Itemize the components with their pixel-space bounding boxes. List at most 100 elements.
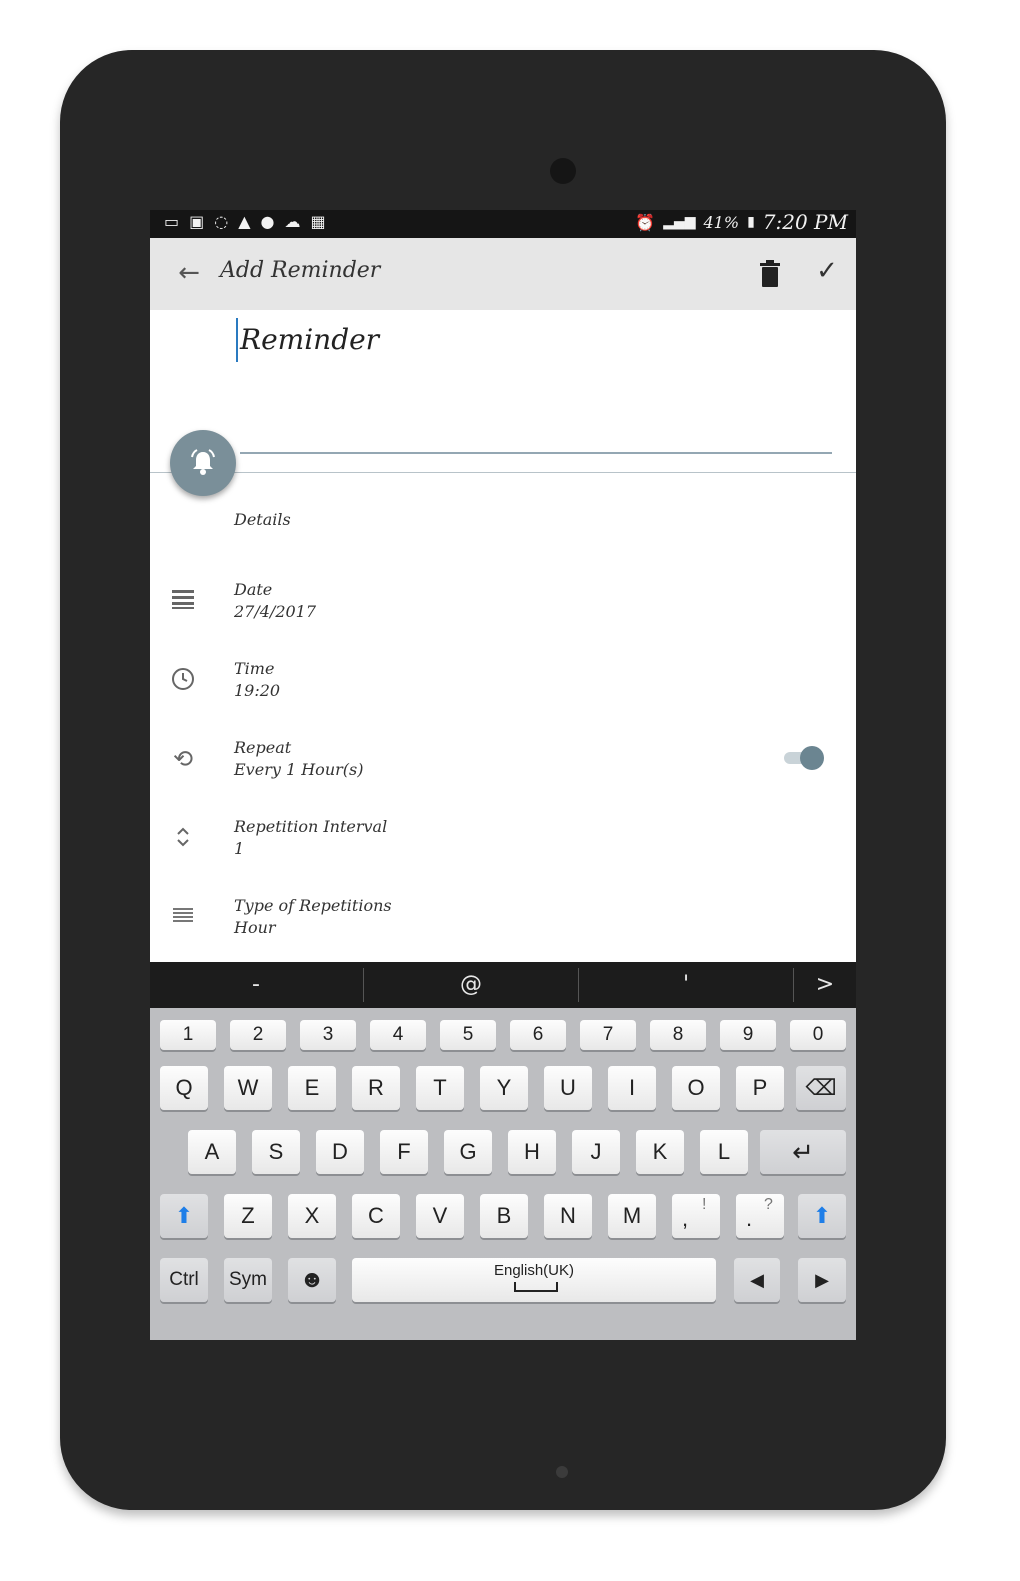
key-o[interactable]: O	[672, 1066, 720, 1110]
repetition-interval-value: 1	[234, 839, 245, 858]
date-label: Date	[234, 580, 273, 599]
clock-icon	[170, 667, 196, 693]
sym-key[interactable]: Sym	[224, 1258, 272, 1302]
key-4[interactable]: 4	[370, 1020, 426, 1050]
repeat-toggle[interactable]	[784, 746, 824, 770]
key-u[interactable]: U	[544, 1066, 592, 1110]
section-divider	[150, 472, 856, 473]
key-6[interactable]: 6	[510, 1020, 566, 1050]
back-arrow-icon[interactable]: ←	[174, 258, 204, 288]
key-z[interactable]: Z	[224, 1194, 272, 1238]
emoji-icon[interactable]: ☻	[288, 1258, 336, 1302]
key-i[interactable]: I	[608, 1066, 656, 1110]
key-k[interactable]: K	[636, 1130, 684, 1174]
signal-icon: ▂▄▆	[663, 214, 696, 230]
key-9[interactable]: 9	[720, 1020, 776, 1050]
time-label: Time	[234, 659, 275, 678]
space-bar[interactable]: English(UK)	[352, 1258, 716, 1302]
front-camera	[550, 158, 576, 184]
key-8[interactable]: 8	[650, 1020, 706, 1050]
status-bar: ▭ ▣ ◌ ▲ ● ☁ ▦ ⏰ ▂▄▆ 41% ▮ 7:20 PM	[150, 210, 856, 238]
shift-left-icon[interactable]: ⬆	[160, 1194, 208, 1238]
repeat-label: Repeat	[234, 738, 292, 757]
gallery-icon: ▣	[189, 212, 205, 231]
warning-icon: ▲	[238, 212, 251, 231]
list-icon	[170, 904, 196, 930]
key-f[interactable]: F	[380, 1130, 428, 1174]
repetition-type-label: Type of Repetitions	[234, 896, 392, 915]
key-n[interactable]: N	[544, 1194, 592, 1238]
home-sensor	[556, 1466, 568, 1478]
clock-time: 7:20 PM	[762, 210, 848, 234]
key-t[interactable]: T	[416, 1066, 464, 1110]
repetition-interval-row[interactable]: Repetition Interval 1	[150, 817, 856, 877]
page-title: Add Reminder	[220, 258, 381, 283]
key-r[interactable]: R	[352, 1066, 400, 1110]
key-w[interactable]: W	[224, 1066, 272, 1110]
calendar-icon	[170, 588, 196, 614]
key-q[interactable]: Q	[160, 1066, 208, 1110]
repeat-row[interactable]: ⟲ Repeat Every 1 Hour(s)	[150, 738, 856, 798]
key-d[interactable]: D	[316, 1130, 364, 1174]
key-l[interactable]: L	[700, 1130, 748, 1174]
backspace-icon[interactable]: ⌫	[796, 1066, 846, 1110]
shift-right-icon[interactable]: ⬆	[798, 1194, 846, 1238]
key-y[interactable]: Y	[480, 1066, 528, 1110]
alarm-icon: ⏰	[635, 212, 656, 232]
key-a[interactable]: A	[188, 1130, 236, 1174]
alarm-fab-button[interactable]	[170, 430, 236, 496]
key-7[interactable]: 7	[580, 1020, 636, 1050]
save-check-icon[interactable]: ✓	[812, 256, 842, 288]
battery-percent: 41%	[703, 212, 740, 232]
suggestion-apostrophe[interactable]: '	[579, 962, 793, 1008]
reminder-title-input[interactable]: Reminder	[236, 318, 840, 362]
key-2[interactable]: 2	[230, 1020, 286, 1050]
cloud-icon: ☁	[284, 212, 301, 231]
key-h[interactable]: H	[508, 1130, 556, 1174]
period-label: .	[746, 1206, 753, 1231]
key-m[interactable]: M	[608, 1194, 656, 1238]
cursor-left-icon[interactable]: ◀	[734, 1258, 780, 1302]
key-x[interactable]: X	[288, 1194, 336, 1238]
key-1[interactable]: 1	[160, 1020, 216, 1050]
suggestion-more-chevron-icon[interactable]: >	[794, 962, 856, 1008]
delete-icon[interactable]	[756, 258, 784, 290]
key-c[interactable]: C	[352, 1194, 400, 1238]
cursor-right-icon[interactable]: ▶	[798, 1258, 846, 1302]
key-0[interactable]: 0	[790, 1020, 846, 1050]
repeat-icon: ⟲	[172, 745, 194, 773]
repetition-type-value: Hour	[234, 918, 276, 937]
key-e[interactable]: E	[288, 1066, 336, 1110]
suggestion-dash[interactable]: -	[150, 962, 362, 1008]
key-g[interactable]: G	[444, 1130, 492, 1174]
space-icon	[514, 1282, 558, 1292]
key-3[interactable]: 3	[300, 1020, 356, 1050]
system-status: ⏰ ▂▄▆ 41% ▮ 7:20 PM	[635, 210, 848, 234]
comma-label: ,	[682, 1206, 689, 1231]
date-value: 27/4/2017	[234, 602, 317, 621]
suggestion-at[interactable]: @	[364, 962, 578, 1008]
device-screen: ▭ ▣ ◌ ▲ ● ☁ ▦ ⏰ ▂▄▆ 41% ▮ 7:20 PM ← Add …	[150, 210, 856, 1340]
keyboard-language-label: English(UK)	[493, 1262, 575, 1279]
enter-key-icon[interactable]: ↵	[760, 1130, 846, 1174]
repetition-type-row[interactable]: Type of Repetitions Hour	[150, 896, 856, 956]
key-comma[interactable]: , !	[672, 1194, 720, 1238]
key-s[interactable]: S	[252, 1130, 300, 1174]
keyboard-suggestion-bar: - @ ' >	[150, 962, 856, 1008]
key-period[interactable]: . ?	[736, 1194, 784, 1238]
repetition-interval-label: Repetition Interval	[234, 817, 388, 836]
unfold-icon	[170, 825, 196, 851]
key-p[interactable]: P	[736, 1066, 784, 1110]
keyboard-icon: ▭	[164, 212, 180, 231]
notification-icons: ▭ ▣ ◌ ▲ ● ☁ ▦	[164, 212, 326, 231]
key-v[interactable]: V	[416, 1194, 464, 1238]
time-value: 19:20	[234, 681, 281, 700]
time-row[interactable]: Time 19:20	[150, 659, 856, 719]
gift-icon: ▦	[310, 212, 326, 231]
key-b[interactable]: B	[480, 1194, 528, 1238]
key-5[interactable]: 5	[440, 1020, 496, 1050]
date-row[interactable]: Date 27/4/2017	[150, 580, 856, 640]
on-screen-keyboard: 1 2 3 4 5 6 7 8 9 0 Q W E R T Y U I O P …	[150, 1008, 856, 1340]
key-j[interactable]: J	[572, 1130, 620, 1174]
ctrl-key[interactable]: Ctrl	[160, 1258, 208, 1302]
